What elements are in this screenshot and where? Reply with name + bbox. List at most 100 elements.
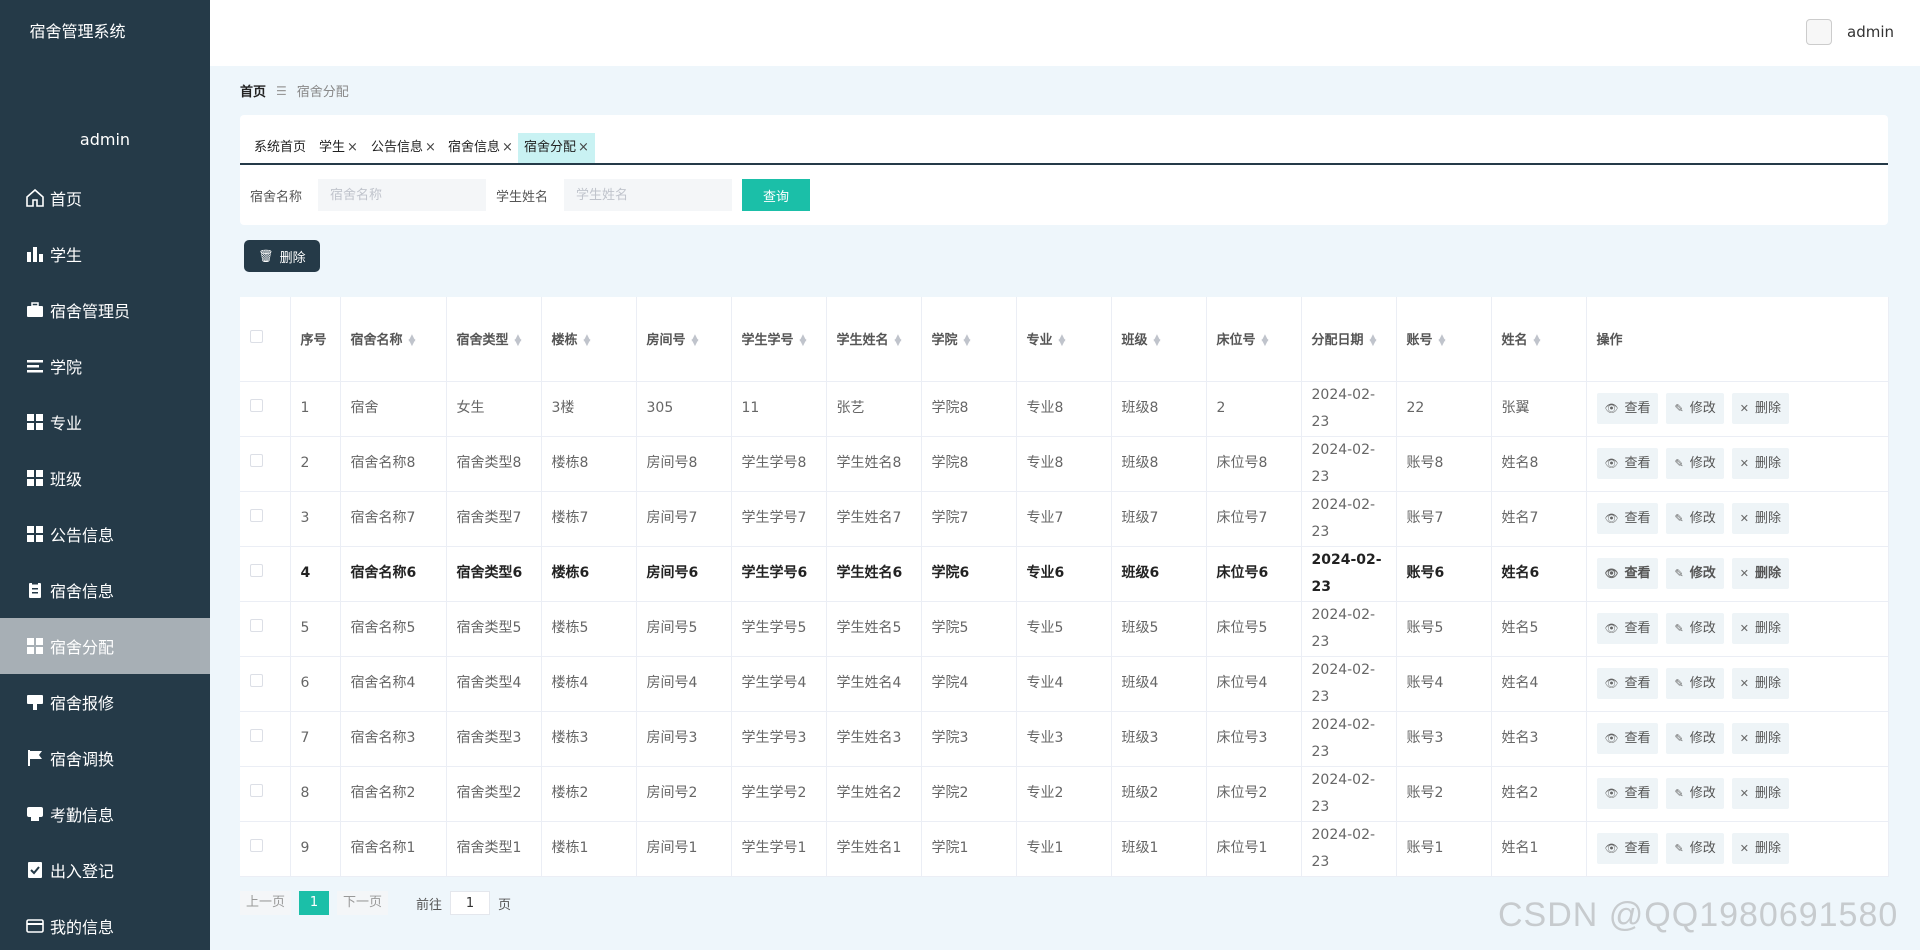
edit-button[interactable]: ✎ 修改 xyxy=(1666,503,1724,534)
batch-delete-button[interactable]: 🗑 删除 xyxy=(244,240,320,272)
edit-button[interactable]: ✎ 修改 xyxy=(1666,613,1724,644)
table-row[interactable]: 3 宿舍名称7 宿舍类型7 楼栋7 房间号7 学生学号7 学生姓名7 学院7 专业7 班级7 床位号… xyxy=(240,491,1889,547)
column-header-7[interactable]: 学院 ▲ ▼ xyxy=(921,297,1017,382)
view-button[interactable]: 👁 查看 xyxy=(1596,833,1659,864)
column-header-2[interactable]: 宿舍类型 ▲ ▼ xyxy=(446,297,542,382)
sidebar-item-1[interactable]: 学生 xyxy=(0,226,210,282)
row-checkbox[interactable] xyxy=(250,674,263,687)
column-header-11[interactable]: 分配日期 ▲ ▼ xyxy=(1301,297,1397,382)
tab-3[interactable]: 宿舍信息 × xyxy=(442,133,519,163)
sidebar-item-10[interactable]: 宿舍调换 xyxy=(0,730,210,786)
edit-button[interactable]: ✎ 修改 xyxy=(1666,393,1724,424)
view-button[interactable]: 👁 查看 xyxy=(1596,558,1659,589)
sidebar-item-12[interactable]: 出入登记 xyxy=(0,842,210,898)
column-header-4[interactable]: 房间号 ▲ ▼ xyxy=(636,297,732,382)
delete-button[interactable]: ✕ 删除 xyxy=(1731,503,1789,534)
sidebar-item-0[interactable]: 首页 xyxy=(0,170,210,226)
delete-button[interactable]: ✕ 删除 xyxy=(1731,668,1789,699)
table-row[interactable]: 2 宿舍名称8 宿舍类型8 楼栋8 房间号8 学生学号8 学生姓名8 学院8 专业8 班级8 床位号… xyxy=(240,436,1889,492)
row-checkbox[interactable] xyxy=(250,619,263,632)
sort-icon[interactable]: ▲ ▼ xyxy=(515,333,522,347)
edit-button[interactable]: ✎ 修改 xyxy=(1666,778,1724,809)
goto-page-input[interactable]: 1 xyxy=(450,891,491,915)
edit-button[interactable]: ✎ 修改 xyxy=(1666,558,1724,589)
column-header-5[interactable]: 学生学号 ▲ ▼ xyxy=(731,297,827,382)
sort-icon[interactable]: ▲ ▼ xyxy=(584,333,591,347)
sidebar-item-13[interactable]: 我的信息 xyxy=(0,898,210,950)
sort-icon[interactable]: ▲ ▼ xyxy=(1262,333,1269,347)
sort-icon[interactable]: ▲ ▼ xyxy=(964,333,971,347)
row-checkbox[interactable] xyxy=(250,399,263,412)
view-button[interactable]: 👁 查看 xyxy=(1596,723,1659,754)
row-checkbox[interactable] xyxy=(250,729,263,742)
avatar[interactable] xyxy=(1806,19,1832,45)
close-icon[interactable]: × xyxy=(502,140,513,155)
view-button[interactable]: 👁 查看 xyxy=(1596,668,1659,699)
row-checkbox[interactable] xyxy=(250,784,263,797)
delete-button[interactable]: ✕ 删除 xyxy=(1731,613,1789,644)
column-header-8[interactable]: 专业 ▲ ▼ xyxy=(1016,297,1112,382)
sidebar-item-5[interactable]: 班级 xyxy=(0,450,210,506)
sort-icon[interactable]: ▲ ▼ xyxy=(692,333,699,347)
header-username[interactable]: admin xyxy=(1847,23,1894,41)
sort-icon[interactable]: ▲ ▼ xyxy=(1370,333,1377,347)
student-name-input[interactable] xyxy=(564,179,732,211)
view-button[interactable]: 👁 查看 xyxy=(1596,393,1659,424)
sidebar-item-6[interactable]: 公告信息 xyxy=(0,506,210,562)
row-checkbox[interactable] xyxy=(250,454,263,467)
table-row[interactable]: 9 宿舍名称1 宿舍类型1 楼栋1 房间号1 学生学号1 学生姓名1 学院1 专业1 班级1 床位号… xyxy=(240,821,1889,877)
tab-1[interactable]: 学生 × xyxy=(313,133,364,163)
sort-icon[interactable]: ▲ ▼ xyxy=(1439,333,1446,347)
edit-button[interactable]: ✎ 修改 xyxy=(1666,448,1724,479)
close-icon[interactable]: × xyxy=(578,140,589,155)
sidebar-item-2[interactable]: 宿舍管理员 xyxy=(0,282,210,338)
edit-button[interactable]: ✎ 修改 xyxy=(1666,833,1724,864)
column-header-6[interactable]: 学生姓名 ▲ ▼ xyxy=(826,297,922,382)
sidebar-item-8[interactable]: 宿舍分配 xyxy=(0,618,210,674)
column-header-3[interactable]: 楼栋 ▲ ▼ xyxy=(541,297,637,382)
page-number-1[interactable]: 1 xyxy=(299,891,330,915)
delete-button[interactable]: ✕ 删除 xyxy=(1731,778,1789,809)
view-button[interactable]: 👁 查看 xyxy=(1596,503,1659,534)
table-row[interactable]: 5 宿舍名称5 宿舍类型5 楼栋5 房间号5 学生学号5 学生姓名5 学院5 专业5 班级5 床位号… xyxy=(240,601,1889,657)
table-row[interactable]: 6 宿舍名称4 宿舍类型4 楼栋4 房间号4 学生学号4 学生姓名4 学院4 专业4 班级4 床位号… xyxy=(240,656,1889,712)
prev-page-button[interactable]: 上一页 xyxy=(240,891,292,915)
sidebar-item-11[interactable]: 考勤信息 xyxy=(0,786,210,842)
column-header-10[interactable]: 床位号 ▲ ▼ xyxy=(1206,297,1302,382)
close-icon[interactable]: × xyxy=(347,140,358,155)
breadcrumb-home[interactable]: 首页 xyxy=(240,81,266,100)
column-header-12[interactable]: 账号 ▲ ▼ xyxy=(1396,297,1492,382)
tab-0[interactable]: 系统首页 xyxy=(248,133,312,163)
edit-button[interactable]: ✎ 修改 xyxy=(1666,723,1724,754)
sort-icon[interactable]: ▲ ▼ xyxy=(895,333,902,347)
table-row[interactable]: 8 宿舍名称2 宿舍类型2 楼栋2 房间号2 学生学号2 学生姓名2 学院2 专业2 班级2 床位号… xyxy=(240,766,1889,822)
sidebar-item-7[interactable]: 宿舍信息 xyxy=(0,562,210,618)
tab-4[interactable]: 宿舍分配 × xyxy=(518,133,595,163)
select-all-checkbox[interactable] xyxy=(250,330,263,344)
delete-button[interactable]: ✕ 删除 xyxy=(1731,448,1789,479)
column-header-9[interactable]: 班级 ▲ ▼ xyxy=(1111,297,1207,382)
sort-icon[interactable]: ▲ ▼ xyxy=(1059,333,1066,347)
delete-button[interactable]: ✕ 删除 xyxy=(1731,558,1789,589)
view-button[interactable]: 👁 查看 xyxy=(1596,778,1659,809)
sidebar-item-3[interactable]: 学院 xyxy=(0,338,210,394)
query-button[interactable]: 查询 xyxy=(742,179,810,211)
sidebar-item-9[interactable]: 宿舍报修 xyxy=(0,674,210,730)
close-icon[interactable]: × xyxy=(425,140,436,155)
sort-icon[interactable]: ▲ ▼ xyxy=(409,333,416,347)
sidebar-item-4[interactable]: 专业 xyxy=(0,394,210,450)
table-row[interactable]: 4 宿舍名称6 宿舍类型6 楼栋6 房间号6 学生学号6 学生姓名6 学院6 专业6 班级6 床位号… xyxy=(240,546,1889,602)
delete-button[interactable]: ✕ 删除 xyxy=(1731,723,1789,754)
edit-button[interactable]: ✎ 修改 xyxy=(1666,668,1724,699)
delete-button[interactable]: ✕ 删除 xyxy=(1731,833,1789,864)
row-checkbox[interactable] xyxy=(250,564,263,577)
sort-icon[interactable]: ▲ ▼ xyxy=(1534,333,1541,347)
column-header-13[interactable]: 姓名 ▲ ▼ xyxy=(1491,297,1587,382)
row-checkbox[interactable] xyxy=(250,839,263,852)
row-checkbox[interactable] xyxy=(250,509,263,522)
table-row[interactable]: 7 宿舍名称3 宿舍类型3 楼栋3 房间号3 学生学号3 学生姓名3 学院3 专业3 班级3 床位号… xyxy=(240,711,1889,767)
sort-icon[interactable]: ▲ ▼ xyxy=(1154,333,1161,347)
column-header-1[interactable]: 宿舍名称 ▲ ▼ xyxy=(340,297,447,382)
tab-2[interactable]: 公告信息 × xyxy=(365,133,442,163)
view-button[interactable]: 👁 查看 xyxy=(1596,448,1659,479)
